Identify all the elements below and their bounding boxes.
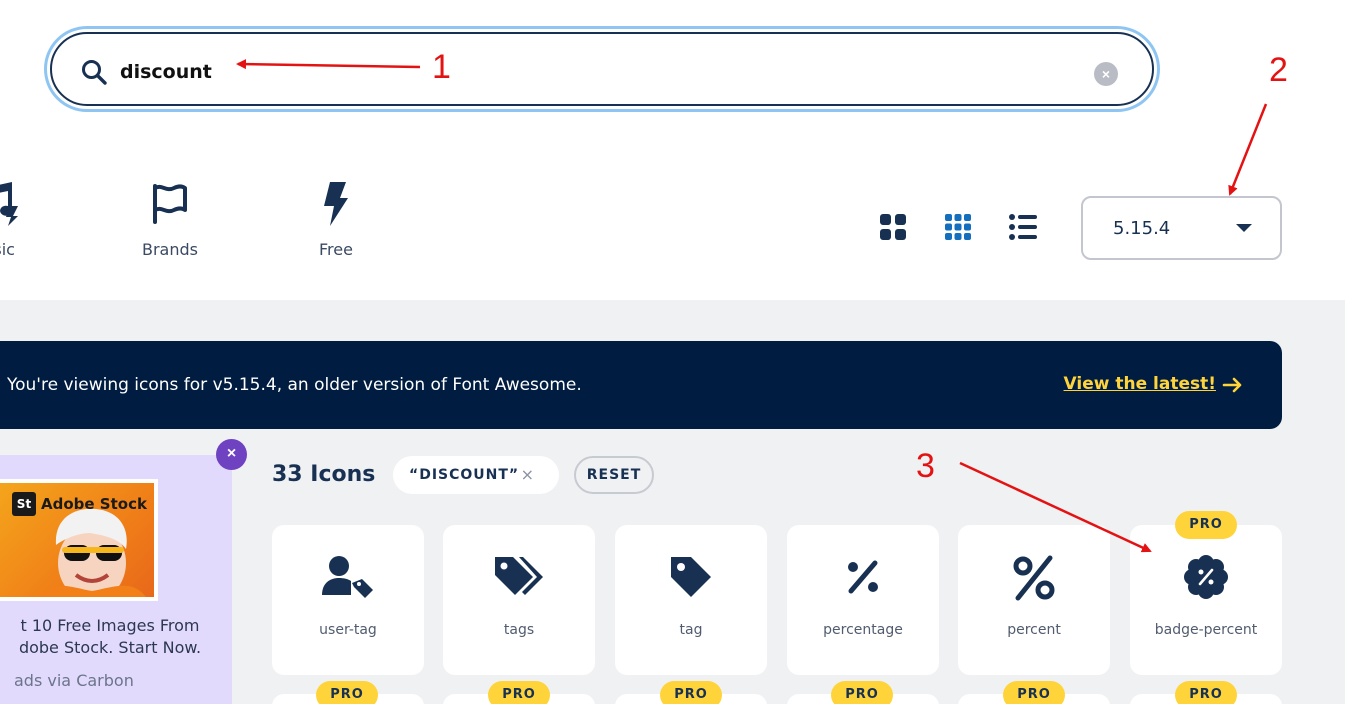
pro-badge: PRO: [831, 681, 893, 704]
ad-brand-name: Adobe Stock: [41, 495, 147, 513]
search-bar: ×: [44, 26, 1160, 112]
pro-badge: PRO: [1175, 681, 1237, 704]
pro-badge: PRO: [660, 681, 722, 704]
icon-card-label: percentage: [823, 622, 903, 638]
style-filter-free[interactable]: Free: [281, 182, 391, 259]
small-grid-icon: [945, 214, 971, 240]
percentage-icon: [848, 560, 878, 594]
ad-copy[interactable]: t 10 Free Images From dobe Stock. Start …: [0, 615, 230, 659]
search-input[interactable]: [120, 56, 1020, 88]
reset-button[interactable]: RESET: [574, 456, 654, 494]
carbon-ad[interactable]: St Adobe Stock t 10 Free Images From dob…: [0, 455, 232, 704]
arrow-right-icon[interactable]: [1222, 375, 1244, 395]
icon-card-percent[interactable]: percent: [958, 525, 1110, 675]
icon-card-label: tags: [503, 622, 535, 638]
icon-card-label: tag: [679, 622, 703, 638]
badge-percent-icon: [1184, 555, 1228, 599]
icon-card-percentage[interactable]: percentage: [787, 525, 939, 675]
version-selected-value: 5.15.4: [1113, 218, 1171, 239]
bolt-icon: [324, 182, 348, 226]
style-filter-classic[interactable]: ssic: [0, 182, 55, 259]
pro-badge: PRO: [1003, 681, 1065, 704]
view-list-button[interactable]: [1006, 210, 1040, 244]
icon-card-label: user-tag: [319, 622, 377, 638]
ad-via-link[interactable]: ads via Carbon: [14, 671, 134, 690]
ad-copy-line: dobe Stock. Start Now.: [18, 638, 202, 657]
remove-filter-icon[interactable]: ×: [521, 456, 535, 494]
style-filter-label: ssic: [0, 240, 15, 259]
icon-card-label: badge-percent: [1154, 622, 1258, 638]
list-icon: [1009, 214, 1037, 240]
user-tag-icon: [322, 556, 373, 598]
search-box: ×: [50, 32, 1154, 106]
style-filter-label: Free: [319, 240, 353, 259]
ad-brand: St Adobe Stock: [12, 491, 147, 517]
flag-icon: [153, 184, 187, 224]
style-filter-label: Brands: [142, 240, 198, 259]
clear-search-button[interactable]: ×: [1094, 62, 1118, 86]
pro-badge: PRO: [1175, 511, 1237, 539]
caret-down-icon: [1236, 224, 1252, 232]
version-notice-text: You're viewing icons for v5.15.4, an old…: [7, 375, 582, 395]
ad-image[interactable]: St Adobe Stock: [0, 479, 158, 601]
icon-card-tags[interactable]: tags: [443, 525, 595, 675]
page: × ssic Brands Free: [0, 0, 1345, 704]
style-filter-brands[interactable]: Brands: [115, 182, 225, 259]
annotation-label-1: 1: [432, 48, 451, 86]
icon-card-badge-percent[interactable]: badge-percent: [1130, 525, 1282, 675]
search-icon: [82, 60, 107, 85]
percent-icon: [1013, 555, 1055, 601]
filter-chip-label: “DISCOUNT”: [409, 467, 520, 483]
results-count: 33 Icons: [272, 462, 376, 487]
annotation-label-3: 3: [916, 447, 935, 485]
icon-card-user-tag[interactable]: user-tag: [272, 525, 424, 675]
icon-card-tag[interactable]: tag: [615, 525, 767, 675]
ad-close-button[interactable]: ×: [216, 439, 247, 470]
version-select[interactable]: 5.15.4: [1081, 196, 1282, 260]
annotation-arrow-2: [1228, 103, 1268, 196]
version-notice-banner: You're viewing icons for v5.15.4, an old…: [0, 341, 1282, 429]
large-grid-icon: [880, 214, 906, 240]
search-filter-chip: “DISCOUNT” ×: [393, 456, 559, 494]
music-icon: [0, 182, 18, 226]
ad-copy-line: t 10 Free Images From: [20, 616, 200, 635]
icon-card-label: percent: [1007, 622, 1061, 638]
pro-badge: PRO: [316, 681, 378, 704]
tag-icon: [671, 557, 711, 597]
pro-badge: PRO: [488, 681, 550, 704]
view-large-grid-button[interactable]: [876, 210, 910, 244]
view-latest-link[interactable]: View the latest!: [1064, 374, 1216, 394]
adobe-stock-logo: St: [12, 492, 36, 516]
view-small-grid-button[interactable]: [941, 210, 975, 244]
annotation-label-2: 2: [1269, 51, 1288, 89]
tags-icon: [495, 557, 543, 595]
